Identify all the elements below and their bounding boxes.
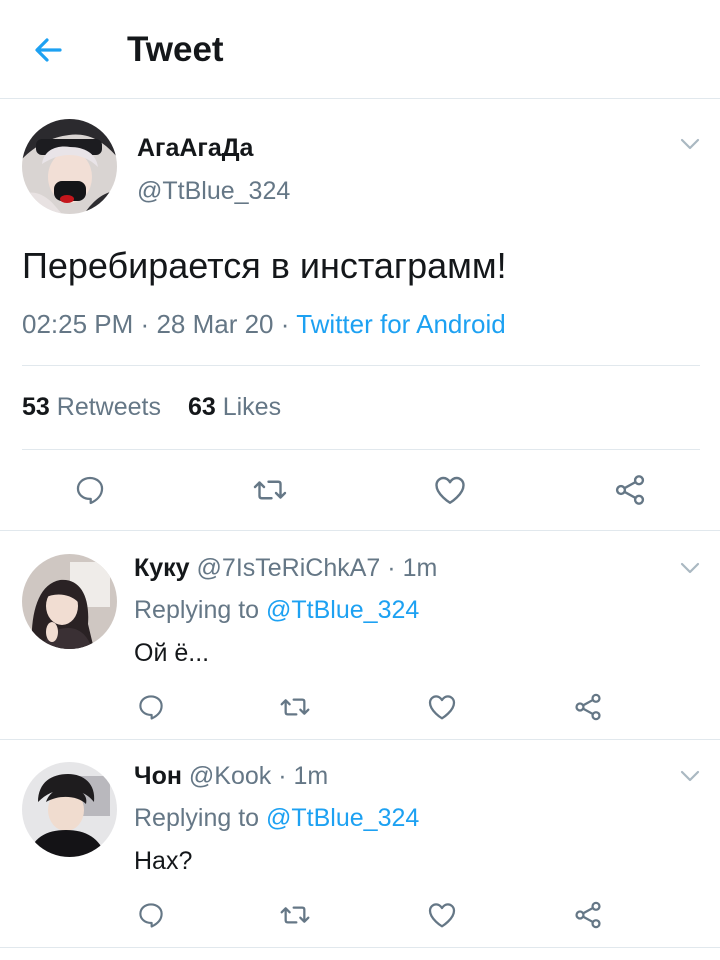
reply-text: Ой ё... xyxy=(134,639,210,667)
likes-count: 63 xyxy=(187,393,216,421)
avatar[interactable] xyxy=(22,762,117,857)
like-button[interactable] xyxy=(422,687,462,727)
back-button[interactable] xyxy=(30,32,66,68)
tweet-date: 28 Mar 20 xyxy=(156,309,274,339)
user-handle[interactable]: @7IsTeRiChkA7 xyxy=(197,554,381,582)
reply-time: 1m xyxy=(402,554,438,582)
display-name[interactable]: Чон xyxy=(134,762,182,790)
comment-icon xyxy=(76,476,104,505)
tweet-time: 02:25 PM xyxy=(22,309,134,339)
heart-icon xyxy=(435,476,465,504)
replying-to: Replying to @TtBlue_324 xyxy=(134,804,419,833)
retweet-icon xyxy=(253,480,287,500)
main-tweet: АгаАгаДа @TtBlue_324 Перебирается в инст… xyxy=(0,99,720,531)
avatar[interactable] xyxy=(22,554,117,649)
meta-separator: · xyxy=(278,762,287,790)
comment-icon xyxy=(139,903,163,928)
reply-tweet[interactable]: Куку @7IsTeRiChkA7 · 1m Replying to @TtB… xyxy=(0,532,720,740)
retweet-button[interactable] xyxy=(275,687,315,727)
replying-to: Replying to @TtBlue_324 xyxy=(134,596,419,625)
share-icon xyxy=(615,475,645,505)
retweets-stat[interactable]: 53 Retweets xyxy=(22,393,161,422)
meta-separator: · xyxy=(280,309,290,339)
retweet-button[interactable] xyxy=(250,470,290,510)
mention-link[interactable]: @TtBlue_324 xyxy=(266,596,419,624)
arrow-left-icon xyxy=(35,38,62,62)
chevron-down-icon[interactable] xyxy=(678,132,702,156)
chevron-down-icon[interactable] xyxy=(678,764,702,788)
avatar[interactable] xyxy=(22,119,117,214)
share-icon xyxy=(575,693,601,721)
page-title: Tweet xyxy=(127,30,224,69)
meta-separator: · xyxy=(140,309,150,339)
likes-label: Likes xyxy=(222,393,282,421)
reply-tweet[interactable]: Чон @Kook · 1m Replying to @TtBlue_324 Н… xyxy=(0,740,720,948)
replying-prefix: Replying to xyxy=(134,804,260,832)
reply-button[interactable] xyxy=(131,687,171,727)
reply-button[interactable] xyxy=(131,895,171,935)
heart-icon xyxy=(428,903,456,928)
share-button[interactable] xyxy=(610,470,650,510)
chevron-down-icon[interactable] xyxy=(678,556,702,580)
reply-time: 1m xyxy=(293,762,329,790)
tweet-meta: 02:25 PM · 28 Mar 20 · Twitter for Andro… xyxy=(22,309,506,340)
display-name[interactable]: Куку xyxy=(134,554,190,582)
share-button[interactable] xyxy=(568,895,608,935)
reply-header: Чон @Kook · 1m xyxy=(134,762,328,791)
reply-text: Нах? xyxy=(134,847,193,875)
reply-button[interactable] xyxy=(70,470,110,510)
display-name[interactable]: АгаАгаДа xyxy=(137,134,253,163)
divider xyxy=(22,365,700,366)
tweet-text: Перебирается в инстаграмм! xyxy=(22,245,507,286)
retweets-count: 53 xyxy=(22,393,50,421)
retweet-icon xyxy=(280,906,310,924)
replying-prefix: Replying to xyxy=(134,596,260,624)
like-button[interactable] xyxy=(422,895,462,935)
like-button[interactable] xyxy=(430,470,470,510)
divider xyxy=(22,449,700,450)
user-handle[interactable]: @Kook xyxy=(189,762,271,790)
comment-icon xyxy=(139,695,163,720)
retweets-label: Retweets xyxy=(56,393,161,421)
mention-link[interactable]: @TtBlue_324 xyxy=(266,804,419,832)
app-header: Tweet xyxy=(0,0,720,99)
reply-header: Куку @7IsTeRiChkA7 · 1m xyxy=(134,554,437,583)
meta-separator: · xyxy=(387,554,396,582)
likes-stat[interactable]: 63 Likes xyxy=(188,393,281,422)
retweet-button[interactable] xyxy=(275,895,315,935)
heart-icon xyxy=(428,695,456,720)
tweet-stats: 53 Retweets 63 Likes xyxy=(22,393,281,422)
user-handle[interactable]: @TtBlue_324 xyxy=(137,177,290,206)
share-button[interactable] xyxy=(568,687,608,727)
share-icon xyxy=(575,901,601,929)
retweet-icon xyxy=(280,698,310,716)
tweet-source-link[interactable]: Twitter for Android xyxy=(296,309,506,339)
